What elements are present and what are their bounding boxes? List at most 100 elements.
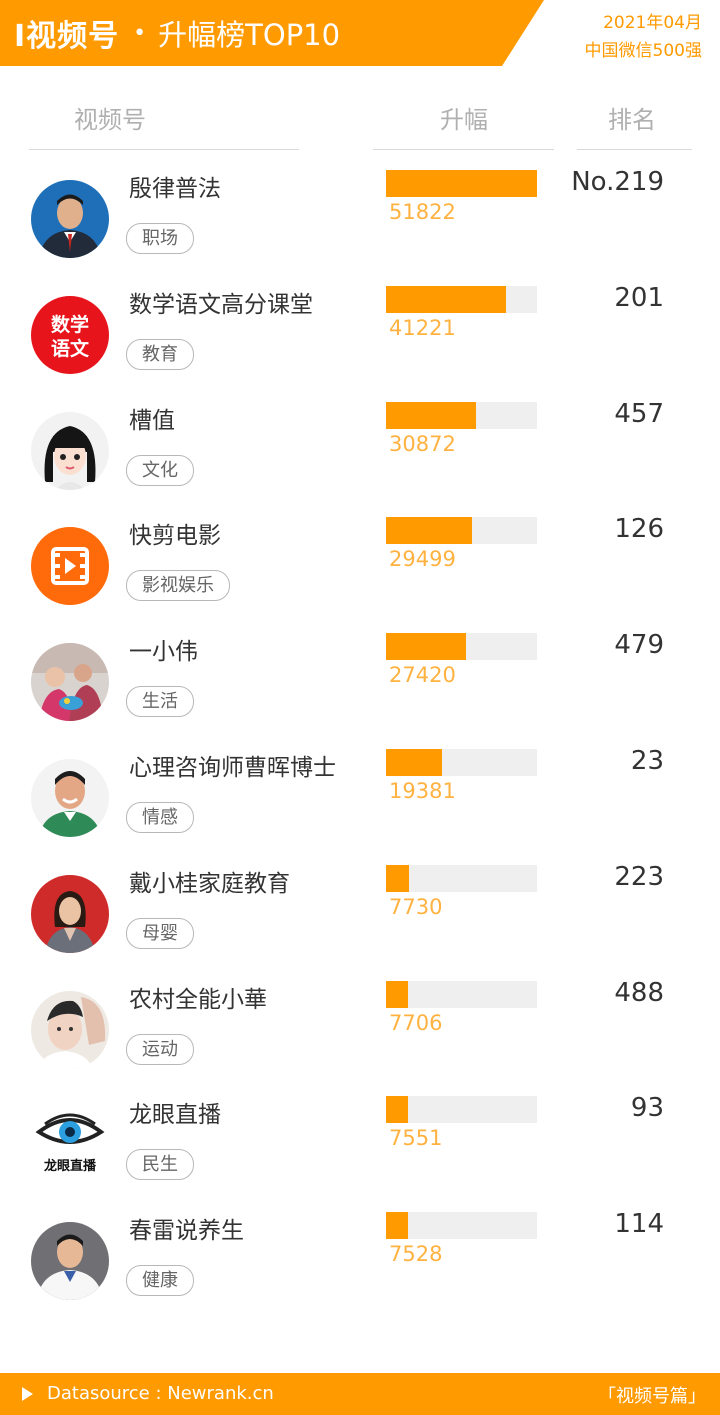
account-name: 殷律普法: [129, 176, 221, 202]
header-info-panel: 2021年04月 中国微信500强: [502, 0, 720, 66]
rise-bar-fill: [386, 748, 442, 776]
rank-value: 223: [614, 861, 664, 892]
title-separator: •: [133, 20, 147, 46]
rise-bar-track: [386, 864, 537, 892]
rank-value: 23: [630, 745, 664, 776]
list-item[interactable]: 心理咨询师曹晖博士 情感 19381 23: [0, 739, 720, 855]
rise-value: 7706: [389, 1010, 443, 1035]
list-item[interactable]: 快剪电影 影视娱乐 29499 126: [0, 507, 720, 623]
account-name: 快剪电影: [129, 523, 221, 550]
list-item[interactable]: 槽值 文化 30872 457: [0, 392, 720, 508]
list-item[interactable]: 一小伟 生活 27420 479: [0, 623, 720, 739]
rise-value: 7528: [389, 1242, 443, 1267]
rise-value: 30872: [389, 431, 456, 456]
rank-value: 114: [614, 1209, 664, 1240]
rise-bar-track: [386, 1096, 537, 1124]
account-name: 龙眼直播: [129, 1102, 221, 1129]
rise-bar-fill: [386, 1212, 408, 1240]
rise-bar-fill: [386, 517, 472, 545]
account-name: 一小伟: [129, 639, 198, 666]
rank-value: 479: [614, 630, 664, 661]
column-divider-rank: [577, 149, 692, 150]
column-header-account: 视频号: [74, 106, 146, 134]
page-title: I视频号: [14, 19, 120, 54]
doctor-avatar: [31, 1222, 109, 1301]
rank-value: 93: [630, 1093, 664, 1124]
rise-bar-fill: [386, 401, 476, 429]
page-subtitle: 升幅榜TOP10: [158, 18, 341, 52]
list-item[interactable]: 殷律普法 职场 51822 No.219: [0, 160, 720, 276]
list-item[interactable]: 春雷说养生 健康 7528 114: [0, 1202, 720, 1318]
rank-value: 201: [614, 282, 664, 313]
category-tag: 情感: [126, 801, 194, 833]
list-item[interactable]: 戴小桂家庭教育 母婴 7730 223: [0, 855, 720, 971]
rise-bar-track: [386, 1212, 537, 1240]
category-tag: 生活: [126, 686, 194, 718]
svg-text:龙眼直播: 龙眼直播: [44, 1158, 97, 1174]
header-date: 2021年04月: [603, 13, 702, 33]
lawyer-avatar: [31, 180, 109, 258]
film-play-avatar: [31, 527, 109, 606]
young-man-avatar: [31, 990, 109, 1069]
rank-value: 126: [614, 514, 664, 545]
ranking-list: 殷律普法 职场 51822 No.219 数学 语文 数学语文高分课堂 教育 4…: [0, 160, 720, 1318]
photo-avatar: [31, 643, 109, 722]
list-item[interactable]: 龙眼直播 龙眼直播 民生 7551 93: [0, 1086, 720, 1202]
rise-bar-track: [386, 285, 537, 313]
rise-value: 29499: [389, 547, 456, 572]
footer-bar: Datasource : Newrank.cn 「视频号篇」: [0, 1373, 720, 1415]
column-header-rise: 升幅: [440, 106, 488, 134]
account-name: 槽值: [129, 407, 175, 434]
rise-value: 27420: [389, 663, 456, 688]
category-tag: 民生: [126, 1149, 194, 1181]
rise-bar-fill: [386, 980, 408, 1008]
rise-value: 19381: [389, 778, 456, 803]
list-item[interactable]: 数学 语文 数学语文高分课堂 教育 41221 201: [0, 276, 720, 392]
cartoon-girl-avatar: [31, 411, 109, 490]
account-name: 农村全能小華: [129, 986, 267, 1013]
category-tag: 影视娱乐: [126, 570, 230, 602]
data-source: Datasource : Newrank.cn: [47, 1383, 274, 1404]
woman-avatar: [31, 874, 109, 953]
rank-value: No.219: [571, 167, 664, 197]
rise-bar-track: [386, 517, 537, 545]
category-tag: 健康: [126, 1265, 194, 1297]
header-scope: 中国微信500强: [584, 41, 702, 61]
rise-bar-track: [386, 170, 537, 197]
rise-bar-fill: [386, 170, 537, 197]
header-bar: I视频号 • 升幅榜TOP10 2021年04月 中国微信500强: [0, 0, 720, 66]
man-avatar: [31, 758, 109, 837]
math-chinese-logo-avatar: 数学 语文: [31, 295, 109, 374]
rise-value: 7730: [389, 894, 443, 919]
category-tag: 文化: [126, 454, 194, 486]
rank-value: 457: [614, 398, 664, 429]
rise-bar-fill: [386, 1096, 408, 1124]
account-name: 数学语文高分课堂: [129, 291, 313, 318]
account-name: 戴小桂家庭教育: [129, 870, 290, 897]
list-item[interactable]: 农村全能小華 运动 7706 488: [0, 971, 720, 1087]
rise-bar-track: [386, 748, 537, 776]
rise-bar-track: [386, 401, 537, 429]
header-title: I视频号 • 升幅榜TOP10: [14, 10, 340, 56]
account-name: 心理咨询师曹晖博士: [129, 754, 336, 781]
rise-bar-track: [386, 980, 537, 1008]
rise-value: 51822: [389, 200, 456, 224]
rank-value: 488: [614, 977, 664, 1008]
rise-bar-fill: [386, 285, 506, 313]
rise-value: 41221: [389, 315, 456, 340]
column-divider-rise: [373, 149, 554, 150]
footer-brand: 「视频号篇」: [598, 1386, 706, 1407]
rise-value: 7551: [389, 1126, 443, 1151]
account-name: 春雷说养生: [129, 1218, 244, 1245]
category-tag: 教育: [126, 338, 194, 370]
column-header-rank: 排名: [608, 106, 656, 134]
svg-text:语文: 语文: [51, 337, 90, 360]
category-tag: 职场: [126, 223, 194, 254]
rise-bar-fill: [386, 633, 466, 661]
category-tag: 母婴: [126, 917, 194, 949]
category-tag: 运动: [126, 1033, 194, 1065]
rise-bar-track: [386, 633, 537, 661]
svg-text:数学: 数学: [51, 313, 89, 336]
column-divider-account: [29, 149, 299, 150]
rise-bar-fill: [386, 864, 409, 892]
